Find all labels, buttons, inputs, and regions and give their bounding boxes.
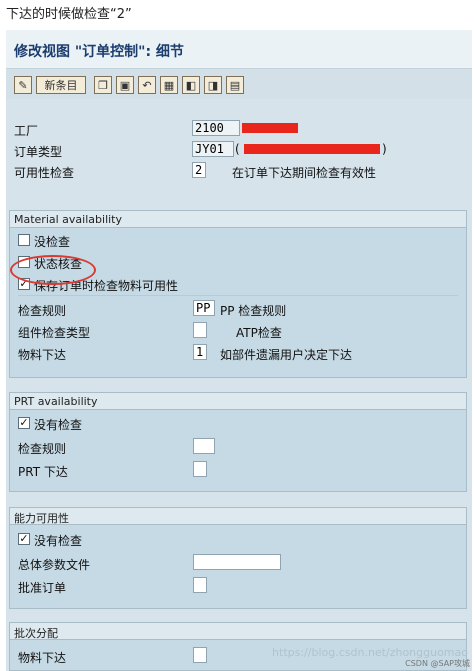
prev-icon[interactable]: ◧	[182, 76, 200, 94]
capacity-availability-group: 能力可用性 ✓ 没有检查 总体参数文件 批准订单	[9, 507, 467, 609]
material-availability-group: Material availability 没检查 状态核查 ✓ 保存订单时检查…	[9, 210, 467, 378]
component-check-type-label: 组件检查类型	[18, 326, 91, 340]
prt-check-rule-field[interactable]	[193, 438, 215, 454]
redaction-mark	[242, 123, 298, 133]
edit-icon[interactable]: ✎	[14, 76, 32, 94]
group-title: Material availability	[14, 213, 123, 226]
highlight-circle	[10, 255, 96, 285]
check-rule-label: 检查规则	[18, 304, 67, 318]
title-bar: 修改视图 "订单控制": 细节	[6, 30, 472, 69]
group-title: 能力可用性	[14, 512, 69, 525]
check-rule-field[interactable]: PP	[193, 300, 215, 316]
order-type-paren-close: )	[382, 142, 387, 156]
redaction-mark	[244, 144, 380, 154]
prt-no-check-label: 没有检查	[34, 418, 83, 432]
select-icon[interactable]: ▦	[160, 76, 178, 94]
new-entries-button[interactable]: 新条目	[36, 76, 86, 94]
delete-icon[interactable]: ▣	[116, 76, 134, 94]
material-release-field[interactable]: 1	[193, 344, 207, 360]
capacity-no-check-label: 没有检查	[34, 534, 83, 548]
watermark-small: CSDN @SAP攻城	[405, 659, 470, 668]
group-title: PRT availability	[14, 395, 98, 408]
group-title: 批次分配	[14, 627, 58, 640]
material-release-desc: 如部件遗漏用户决定下达	[220, 348, 353, 362]
capacity-no-check-checkbox[interactable]: ✓	[18, 533, 30, 545]
order-type-label: 订单类型	[14, 145, 63, 159]
group-header	[10, 623, 466, 640]
prt-check-rule-label: 检查规则	[18, 442, 67, 456]
overall-profile-field[interactable]	[193, 554, 281, 570]
sap-window: 修改视图 "订单控制": 细节 ✎ 新条目 ❐ ▣ ↶ ▦ ◧ ◨ ▤ 工厂 2…	[6, 30, 472, 671]
next-icon[interactable]: ◨	[204, 76, 222, 94]
batch-material-release-label: 物料下达	[18, 651, 67, 665]
undo-icon[interactable]: ↶	[138, 76, 156, 94]
component-check-type-field[interactable]	[193, 322, 207, 338]
prt-no-check-checkbox[interactable]: ✓	[18, 417, 30, 429]
prt-release-field[interactable]	[193, 461, 207, 477]
doc-icon[interactable]: ▤	[226, 76, 244, 94]
release-order-field[interactable]	[193, 577, 207, 593]
availability-check-label: 可用性检查	[14, 166, 75, 180]
material-release-label: 物料下达	[18, 348, 67, 362]
check-rule-desc: PP 检查规则	[220, 304, 287, 318]
availability-check-desc: 在订单下达期间检查有效性	[232, 166, 377, 180]
order-type-field: JY01	[192, 141, 234, 157]
plant-label: 工厂	[14, 124, 39, 138]
copy-icon[interactable]: ❐	[94, 76, 112, 94]
batch-material-release-field[interactable]	[193, 647, 207, 663]
overall-profile-label: 总体参数文件	[18, 558, 91, 572]
no-check-label: 没检查	[34, 235, 71, 249]
availability-check-field[interactable]: 2	[192, 162, 206, 178]
window-title: 修改视图 "订单控制": 细节	[14, 44, 184, 60]
group-header	[10, 508, 466, 525]
plant-field: 2100	[192, 120, 240, 136]
application-toolbar: ✎ 新条目 ❐ ▣ ↶ ▦ ◧ ◨ ▤	[6, 69, 472, 99]
caption: 下达的时候做检查“2”	[6, 7, 132, 22]
divider	[18, 295, 458, 296]
component-check-type-desc: ATP检查	[236, 326, 282, 340]
order-type-paren-open: (	[235, 142, 240, 156]
prt-release-label: PRT 下达	[18, 465, 68, 479]
no-check-checkbox[interactable]	[18, 234, 30, 246]
release-order-label: 批准订单	[18, 581, 67, 595]
prt-availability-group: PRT availability ✓ 没有检查 检查规则 PRT 下达	[9, 392, 467, 492]
